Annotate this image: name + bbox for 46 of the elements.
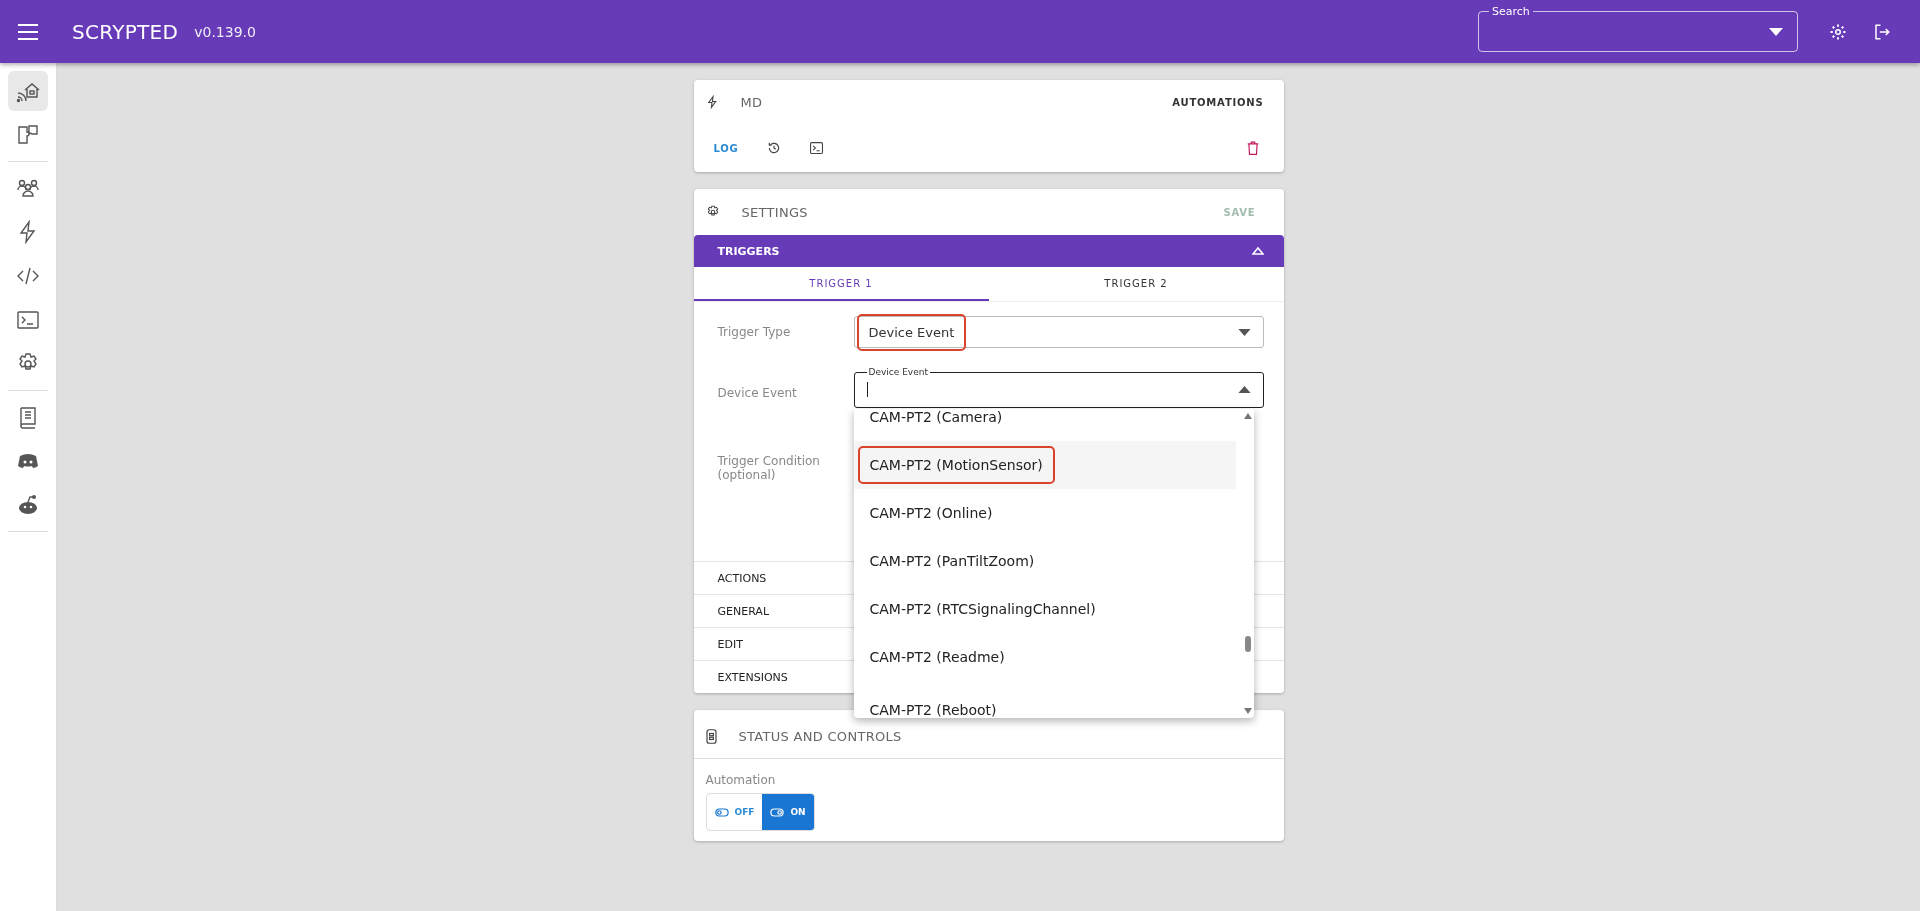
field-label: Device Event (717, 384, 798, 401)
section-header[interactable]: GENERAL (717, 604, 769, 618)
toggle-icon (714, 807, 729, 817)
device-name: MD (740, 94, 763, 110)
field-value: Device Event (856, 313, 967, 351)
dropdown-option[interactable]: CAM-PT2 (Readme) (853, 633, 1236, 681)
log-button[interactable]: LOG (713, 142, 739, 154)
toggle-button[interactable]: OFF (706, 794, 763, 830)
dropdown-option[interactable]: CAM-PT2 (MotionSensor) (853, 441, 1236, 489)
section-header[interactable]: EXTENSIONS (717, 670, 788, 684)
control-label: Automation (705, 773, 777, 787)
automations-link[interactable]: AUTOMATIONS (1172, 96, 1264, 108)
dropdown-option[interactable]: CAM-PT2 (Online) (853, 489, 1236, 537)
scrollbar-thumb[interactable] (1244, 636, 1251, 652)
toggle-button[interactable]: ON (762, 794, 814, 830)
scroll-up-icon[interactable] (1243, 413, 1252, 419)
tab[interactable]: TRIGGER 1 (693, 267, 989, 301)
search-field[interactable]: Search (1478, 5, 1798, 52)
scroll-down-icon[interactable] (1243, 708, 1252, 714)
tab[interactable]: TRIGGER 2 (988, 267, 1284, 301)
section-header[interactable]: ACTIONS (717, 571, 767, 585)
settings-icon (705, 205, 720, 219)
dropdown-option[interactable]: CAM-PT2 (Reboot) (853, 681, 1236, 718)
settings-title: SETTINGS (741, 204, 808, 220)
version-label: v0.139.0 (194, 23, 256, 40)
status-title: STATUS AND CONTROLS (738, 728, 902, 744)
caret-icon (1769, 27, 1783, 36)
section-header[interactable]: EDIT (717, 637, 743, 651)
menu-icon[interactable] (18, 21, 38, 42)
section-header[interactable]: TRIGGERS (693, 235, 1284, 267)
caret-icon (1237, 328, 1251, 336)
collapse-icon[interactable] (1251, 247, 1264, 255)
remote-control-icon (705, 728, 717, 744)
select-field[interactable]: Device Event (853, 316, 1264, 348)
field-label: Trigger Condition (optional) (717, 454, 821, 483)
dropdown-option[interactable]: CAM-PT2 (Camera) (853, 409, 1236, 441)
field-label: Trigger Type (717, 324, 792, 340)
lightning-icon (705, 95, 719, 109)
toggle-icon (770, 807, 785, 817)
caret-icon (1237, 385, 1251, 393)
combobox-field[interactable]: Device Event (853, 368, 1264, 408)
dropdown-option[interactable]: CAM-PT2 (PanTiltZoom) (853, 537, 1236, 585)
home-icon[interactable] (8, 71, 48, 111)
dropdown-option[interactable]: CAM-PT2 (RTCSignalingChannel) (853, 585, 1236, 633)
terminal-icon[interactable] (807, 139, 826, 157)
app-title: SCRYPTED (72, 19, 179, 44)
